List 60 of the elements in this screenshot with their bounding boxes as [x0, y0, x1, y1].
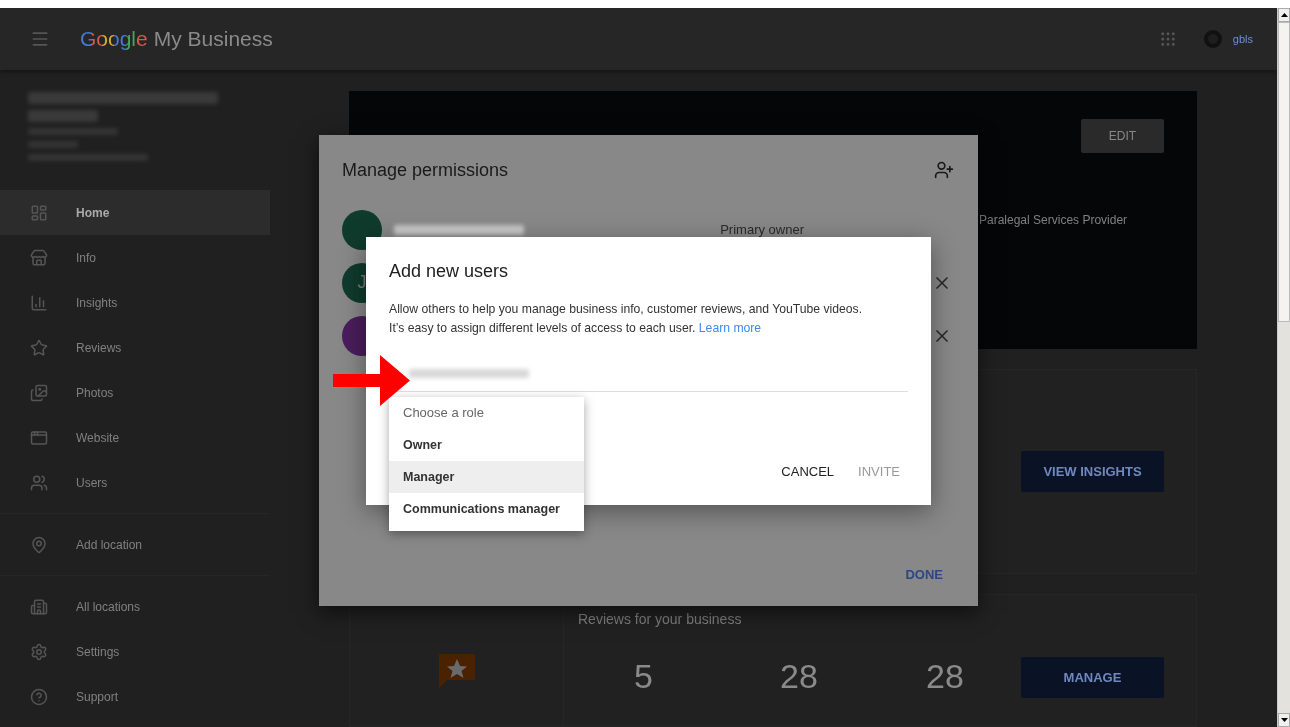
sidebar-label: Users: [76, 475, 108, 490]
edit-button[interactable]: EDIT: [1081, 119, 1164, 153]
map-pin-icon: [30, 535, 48, 554]
sidebar-item[interactable]: Add location: [0, 522, 270, 567]
business-category: Paralegal Services Provider: [979, 213, 1129, 227]
review-stat: 28: [779, 656, 819, 696]
menu-item[interactable]: Manager: [389, 461, 584, 493]
sidebar-label: Info: [76, 250, 96, 265]
sidebar-label: Reviews: [76, 340, 122, 355]
sidebar-item[interactable]: Insights: [0, 280, 270, 325]
sidebar-label: Home: [76, 205, 110, 220]
sidebar-item[interactable]: Home: [0, 190, 270, 235]
learn-more-link[interactable]: Learn more: [698, 321, 762, 335]
scroll-up-icon[interactable]: [1280, 13, 1288, 17]
settings-icon: [30, 642, 48, 661]
store-icon: [30, 248, 48, 267]
dashboard-icon: [30, 203, 48, 222]
sidebar-label: Settings: [76, 644, 120, 659]
photos-icon: [30, 383, 48, 402]
scroll-down-icon[interactable]: [1280, 718, 1288, 722]
sidebar-label: Website: [76, 430, 120, 445]
done-button[interactable]: DONE: [905, 567, 943, 582]
dialog-description: Allow others to help you manage business info, customer reviews, and YouTube videos. It’s easy to assign different levels of access to each user. Learn more: [389, 301, 864, 337]
dialog-button[interactable]: CANCEL: [773, 460, 843, 483]
redacted-text: [28, 110, 98, 122]
sidebar-label: Insights: [76, 295, 118, 310]
dialog-title: Add new users: [389, 261, 510, 282]
browser-window-icon: [30, 428, 48, 447]
people-icon: [30, 473, 48, 492]
account-label[interactable]: gbls: [1232, 33, 1253, 45]
product-name: My Business: [153, 27, 273, 51]
menu-heading: Choose a role: [402, 404, 485, 422]
sidebar-item[interactable]: Website: [0, 415, 270, 460]
review-stat: 5: [633, 656, 654, 696]
reviews-title: Reviews for your business: [578, 610, 743, 627]
star-icon: [30, 338, 48, 357]
sidebar-item[interactable]: Users: [0, 460, 270, 505]
help-icon: [30, 687, 48, 706]
sidebar-item[interactable]: Info: [0, 235, 270, 280]
review-stat: 28: [925, 656, 965, 696]
view-insights-button[interactable]: VIEW INSIGHTS: [1021, 450, 1164, 492]
sidebar-item[interactable]: Support: [0, 674, 270, 719]
user-role: Primary owner: [720, 222, 804, 237]
sidebar-label: Photos: [76, 385, 114, 400]
add-user-icon[interactable]: [934, 160, 954, 180]
sidebar-item[interactable]: Settings: [0, 629, 270, 674]
bar-chart-icon: [30, 293, 48, 312]
sidebar-item[interactable]: Photos: [0, 370, 270, 415]
menu-item[interactable]: Owner: [389, 429, 584, 461]
review-star-icon: [436, 651, 477, 688]
sidebar-item[interactable]: All locations: [0, 584, 270, 629]
building-icon: [30, 597, 48, 616]
sidebar-label: All locations: [76, 599, 141, 614]
sidebar-label: Support: [76, 689, 119, 704]
menu-item[interactable]: Communications manager: [389, 493, 584, 525]
dialog-title: Manage permissions: [342, 159, 509, 181]
scrollbar[interactable]: [1277, 8, 1290, 727]
manage-button[interactable]: MANAGE: [1021, 656, 1164, 698]
sidebar-label: Add location: [76, 537, 143, 552]
sidebar-item[interactable]: Reviews: [0, 325, 270, 370]
